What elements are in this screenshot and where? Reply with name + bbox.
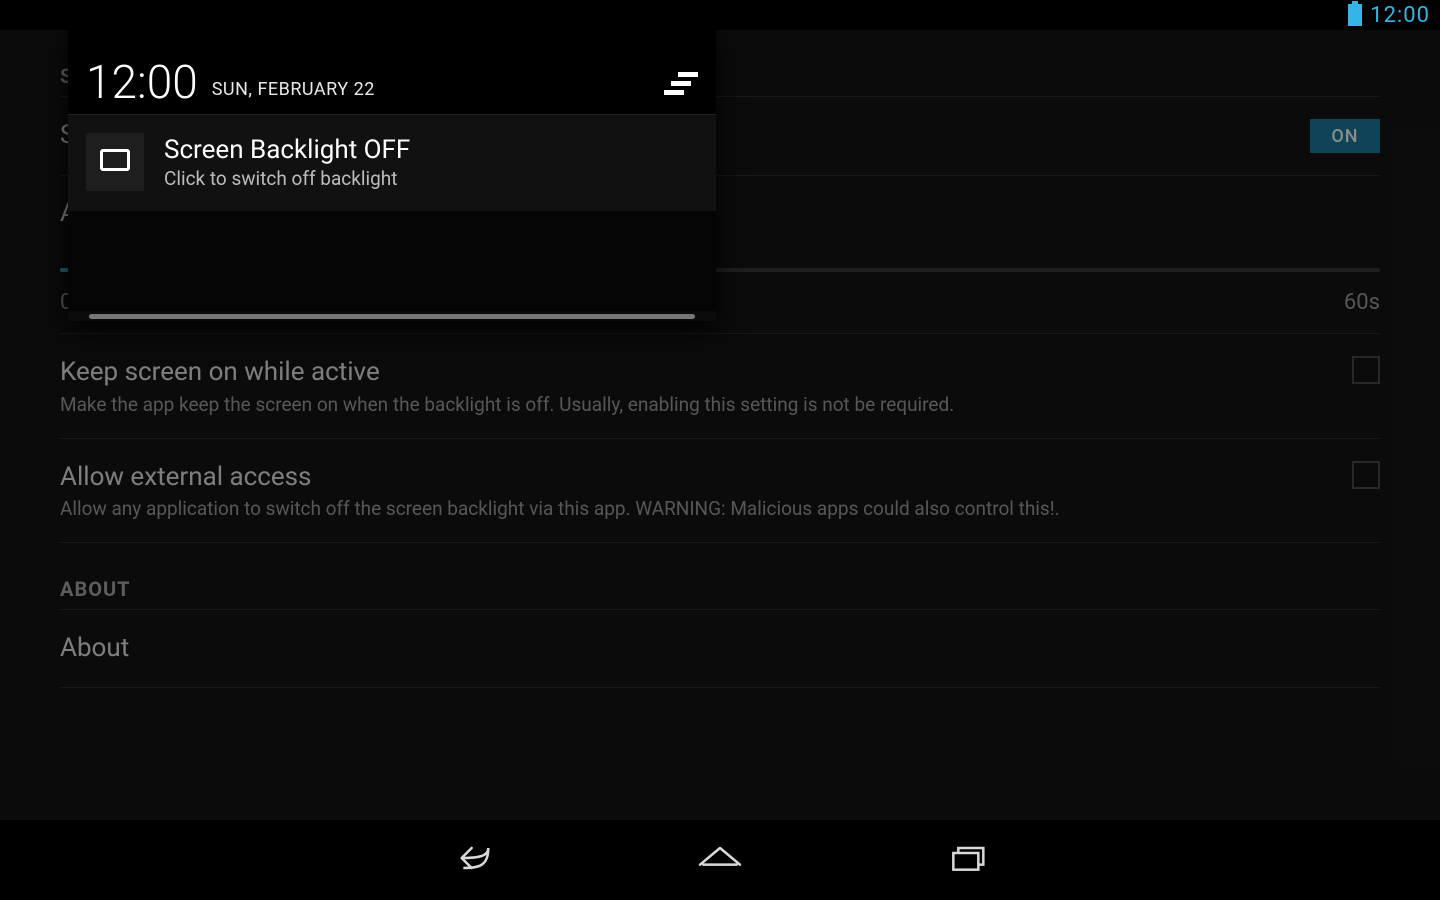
pref-title: About: [60, 632, 1380, 665]
battery-icon: [1348, 4, 1362, 26]
notification-shade[interactable]: 12:00 SUN, FEBRUARY 22 Screen Backlight …: [68, 30, 716, 321]
external-access-checkbox[interactable]: [1352, 461, 1380, 489]
slider-max-label: 60s: [1344, 290, 1380, 315]
notification-title: Screen Backlight OFF: [164, 135, 410, 165]
notification-subtitle: Click to switch off backlight: [164, 167, 410, 190]
pref-title: Allow external access: [60, 461, 1332, 494]
back-button[interactable]: [445, 838, 495, 882]
screen-rectangle-icon: [100, 149, 130, 175]
recent-apps-button[interactable]: [945, 838, 995, 882]
switch-label: ON: [1331, 126, 1358, 147]
clear-all-icon[interactable]: [664, 70, 698, 102]
shade-handle-bar: [89, 314, 695, 319]
pref-subtitle: Make the app keep the screen on when the…: [60, 393, 1332, 416]
notification-item-backlight[interactable]: Screen Backlight OFF Click to switch off…: [68, 114, 716, 211]
shade-time: 12:00: [86, 60, 198, 106]
status-clock: 12:00: [1370, 3, 1430, 28]
pref-keep-screen-on[interactable]: Keep screen on while active Make the app…: [60, 334, 1380, 439]
pref-allow-external-access[interactable]: Allow external access Allow any applicat…: [60, 439, 1380, 544]
section-header-about: ABOUT: [60, 543, 1380, 610]
home-button[interactable]: [695, 838, 745, 882]
show-notification-switch[interactable]: ON: [1310, 119, 1380, 153]
shade-drag-handle[interactable]: [68, 311, 716, 321]
shade-date: SUN, FEBRUARY 22: [212, 79, 375, 106]
shade-empty-area: [68, 211, 716, 311]
status-bar: 12:00: [0, 0, 1440, 30]
pref-title: Keep screen on while active: [60, 356, 1332, 389]
keep-screen-checkbox[interactable]: [1352, 356, 1380, 384]
pref-subtitle: Allow any application to switch off the …: [60, 497, 1332, 520]
shade-header: 12:00 SUN, FEBRUARY 22: [68, 30, 716, 114]
pref-about[interactable]: About: [60, 610, 1380, 688]
navigation-bar: [0, 820, 1440, 900]
notification-icon-box: [86, 133, 144, 191]
